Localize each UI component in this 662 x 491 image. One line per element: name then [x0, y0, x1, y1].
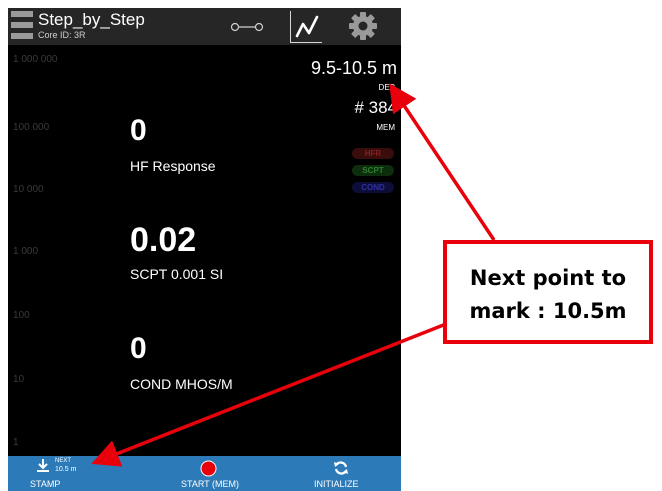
- scpt-badge: SCPT: [352, 165, 394, 176]
- memory-count: # 384: [354, 98, 397, 117]
- callout-line-1: Next point to: [469, 266, 627, 290]
- scale-label: 1 000 000: [13, 54, 58, 65]
- depth-range: 9.5-10.5 m: [310, 58, 397, 78]
- scale-label: 10 000: [13, 184, 44, 195]
- scpt-value: 0.02: [130, 221, 197, 259]
- stamp-label: STAMP: [30, 479, 61, 489]
- callout-line-2: mark : 10.5m: [469, 299, 627, 323]
- core-id: Core ID: 3R: [38, 30, 86, 40]
- stamp-button[interactable]: NEXT 10.5 m STAMP: [26, 457, 96, 491]
- hfr-badge: HFR: [352, 148, 394, 159]
- link-icon[interactable]: [230, 20, 264, 34]
- cond-value: 0: [130, 332, 147, 365]
- depth-label: DEP: [378, 83, 395, 92]
- chart-icon[interactable]: [290, 11, 322, 43]
- scale-label: 10: [13, 374, 25, 385]
- bottom-toolbar: NEXT 10.5 m STAMP START (MEM) INITIALIZE: [8, 456, 401, 491]
- hf-response-value: 0: [130, 114, 147, 147]
- cond-label: COND MHOS/M: [130, 376, 233, 392]
- scale-label: 1 000: [13, 246, 39, 257]
- scpt-label: SCPT 0.001 SI: [130, 266, 224, 282]
- start-mem-label: START (MEM): [181, 479, 239, 489]
- cond-badge: COND: [352, 182, 394, 193]
- annotation-callout: Next point to mark : 10.5m: [443, 240, 653, 344]
- scale-label: 100 000: [13, 122, 50, 133]
- initialize-label: INITIALIZE: [314, 479, 359, 489]
- gear-icon[interactable]: [347, 10, 379, 42]
- next-label: NEXT: [55, 458, 72, 464]
- start-mem-button[interactable]: START (MEM): [170, 457, 250, 491]
- refresh-icon: [334, 461, 348, 475]
- memory-label: MEM: [376, 123, 395, 132]
- hf-response-label: HF Response: [130, 158, 216, 174]
- next-depth-value: 10.5 m: [55, 466, 77, 473]
- arrow-to-depth: [389, 83, 496, 241]
- top-bar: Step_by_Step Core ID: 3R: [8, 8, 401, 45]
- menu-icon[interactable]: [11, 11, 33, 39]
- app-screen: Step_by_Step Core ID: 3R 1 000 000 100 0…: [8, 8, 401, 491]
- scale-label: 100: [13, 310, 30, 321]
- app-title: Step_by_Step: [38, 10, 145, 29]
- callout-text: Next point to mark : 10.5m: [447, 262, 649, 328]
- stamp-icon: [37, 459, 49, 472]
- initialize-button[interactable]: INITIALIZE: [306, 457, 376, 491]
- record-icon: [200, 460, 217, 477]
- scale-label: 1: [13, 437, 19, 448]
